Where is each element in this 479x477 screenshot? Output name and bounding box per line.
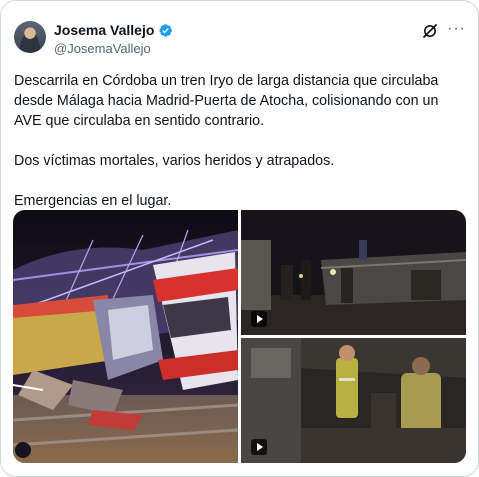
author-info: Josema Vallejo @JosemaVallejo [54, 22, 173, 57]
play-icon[interactable] [251, 311, 267, 327]
media-video-night-scene[interactable] [241, 210, 466, 335]
tweet-card[interactable]: Josema Vallejo @JosemaVallejo ··· Descar… [0, 0, 479, 477]
avatar[interactable] [14, 21, 46, 53]
media-photo-derailed-train[interactable] [13, 210, 238, 463]
tweet-header: Josema Vallejo @JosemaVallejo ··· [14, 21, 466, 61]
verified-badge-icon [159, 24, 173, 37]
author-handle[interactable]: @JosemaVallejo [54, 40, 173, 57]
author-display-name[interactable]: Josema Vallejo [54, 22, 154, 39]
grok-icon[interactable] [422, 23, 438, 39]
more-icon[interactable]: ··· [447, 21, 466, 37]
tweet-text: Descarrila en Córdoba un tren Iryo de la… [14, 73, 439, 209]
media-grid [13, 210, 466, 463]
media-video-emergency-workers[interactable] [241, 338, 466, 463]
play-icon[interactable] [251, 439, 267, 455]
